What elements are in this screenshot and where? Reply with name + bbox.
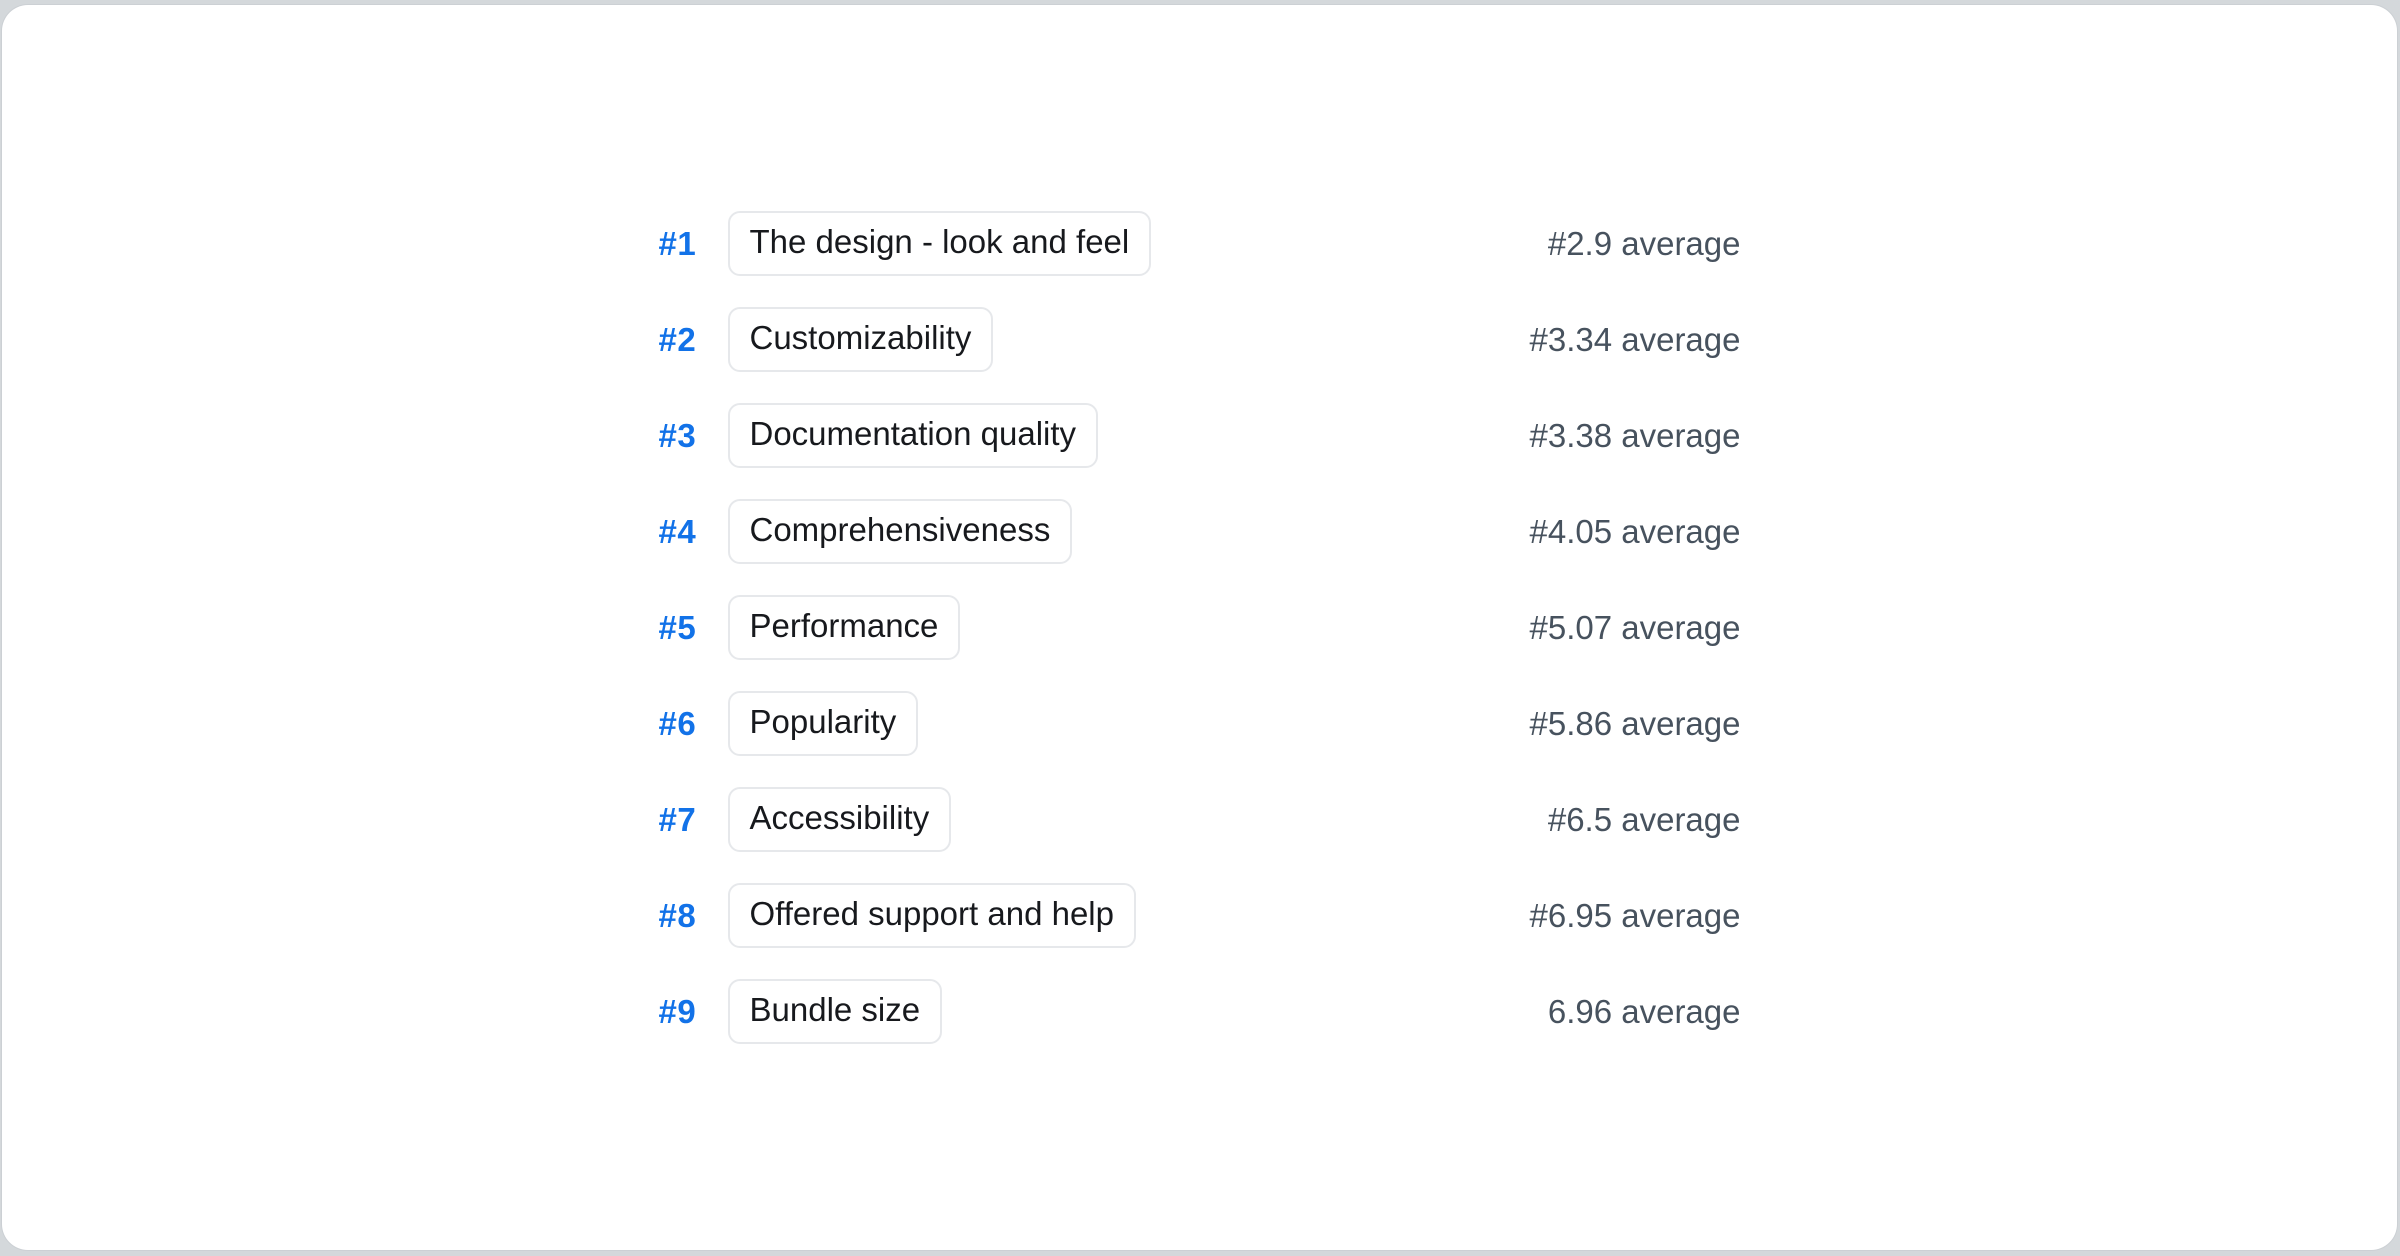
option-pill: Comprehensiveness — [728, 499, 1073, 564]
rank-label: #5 — [659, 609, 707, 647]
option-pill: Offered support and help — [728, 883, 1136, 948]
option-pill: Popularity — [728, 691, 919, 756]
option-pill: Performance — [728, 595, 961, 660]
ranking-results-list: #1 The design - look and feel #2.9 avera… — [659, 196, 1741, 1060]
option-pill: The design - look and feel — [728, 211, 1152, 276]
average-value: #5.07 average — [1529, 609, 1740, 647]
average-value: #6.5 average — [1548, 801, 1741, 839]
rank-label: #7 — [659, 801, 707, 839]
average-value: #6.95 average — [1529, 897, 1740, 935]
rank-label: #1 — [659, 225, 707, 263]
option-pill: Bundle size — [728, 979, 943, 1044]
average-value: 6.96 average — [1548, 993, 1741, 1031]
ranking-row: #8 Offered support and help #6.95 averag… — [659, 868, 1741, 964]
ranking-row: #4 Comprehensiveness #4.05 average — [659, 484, 1741, 580]
ranking-row: #3 Documentation quality #3.38 average — [659, 388, 1741, 484]
average-value: #3.38 average — [1529, 417, 1740, 455]
ranking-row: #9 Bundle size 6.96 average — [659, 964, 1741, 1060]
ranking-row: #6 Popularity #5.86 average — [659, 676, 1741, 772]
rank-label: #8 — [659, 897, 707, 935]
rank-label: #4 — [659, 513, 707, 551]
option-pill: Documentation quality — [728, 403, 1099, 468]
option-pill: Accessibility — [728, 787, 952, 852]
rank-label: #2 — [659, 321, 707, 359]
results-card: #1 The design - look and feel #2.9 avera… — [2, 5, 2397, 1250]
ranking-row: #1 The design - look and feel #2.9 avera… — [659, 196, 1741, 292]
ranking-row: #7 Accessibility #6.5 average — [659, 772, 1741, 868]
ranking-row: #5 Performance #5.07 average — [659, 580, 1741, 676]
rank-label: #3 — [659, 417, 707, 455]
average-value: #3.34 average — [1529, 321, 1740, 359]
option-pill: Customizability — [728, 307, 994, 372]
rank-label: #9 — [659, 993, 707, 1031]
average-value: #5.86 average — [1529, 705, 1740, 743]
average-value: #2.9 average — [1548, 225, 1741, 263]
average-value: #4.05 average — [1529, 513, 1740, 551]
ranking-row: #2 Customizability #3.34 average — [659, 292, 1741, 388]
rank-label: #6 — [659, 705, 707, 743]
